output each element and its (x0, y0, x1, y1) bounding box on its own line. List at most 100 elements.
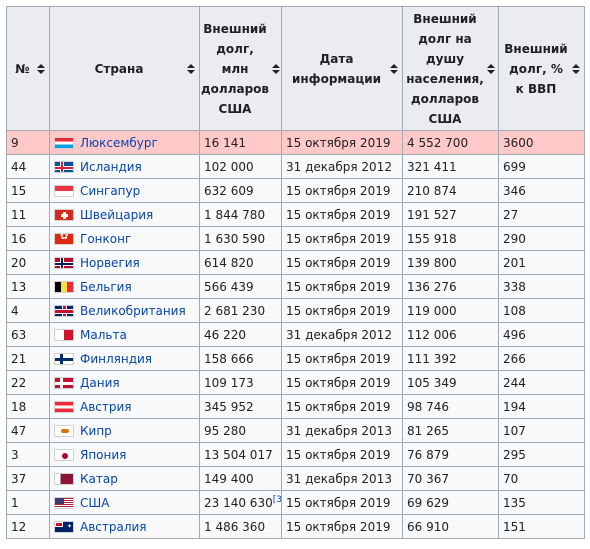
cell-per-capita: 139 800 (402, 250, 499, 275)
table-row: 20 Норвегия 614 820 15 октября 2019 139 800 2… (6, 250, 585, 275)
country-link[interactable]: Великобритания (80, 304, 186, 318)
country-link[interactable]: Австрия (80, 400, 132, 414)
cell-country: Дания (49, 370, 200, 395)
cell-num: 63 (6, 322, 50, 347)
table-row: 63 Мальта 46 220 31 декабря 2012 112 006 496 (6, 322, 585, 347)
malta-flag-icon (54, 328, 74, 341)
header-gdp[interactable]: Внешний долг, % к ВВП (498, 6, 585, 131)
table-row: 3 Япония 13 504 017 15 октября 2019 76 879 29… (6, 442, 585, 467)
header-date[interactable]: Дата информации (281, 6, 403, 131)
table-row: 22 Дания 109 173 15 октября 2019 105 349 244 (6, 370, 585, 395)
country-link[interactable]: Гонконг (80, 232, 131, 246)
country-link[interactable]: Катар (80, 472, 118, 486)
cell-gdp: 201 (498, 250, 585, 275)
cell-debt: 2 681 230 (199, 298, 282, 323)
cell-num: 13 (6, 274, 50, 299)
cell-debt: 1 486 360 (199, 514, 282, 539)
cell-per-capita: 155 918 (402, 226, 499, 251)
country-link[interactable]: Исландия (80, 160, 142, 174)
country-link[interactable]: Кипр (80, 424, 112, 438)
table-row: 16 Гонконг 1 630 59015 октября 2019155 918… (6, 226, 585, 251)
cell-country: Мальта (49, 322, 200, 347)
cell-gdp: 151 (498, 514, 585, 539)
cell-num: 9 (6, 130, 50, 155)
denmark-flag-icon (54, 376, 74, 389)
cell-date: 15 октября 2019 (281, 274, 403, 299)
cell-country: Люксембург (49, 130, 200, 155)
japan-flag-icon (54, 448, 74, 461)
cell-num: 37 (6, 466, 50, 491)
country-link[interactable]: Люксембург (80, 136, 158, 150)
cell-gdp: 244 (498, 370, 585, 395)
cell-num: 21 (6, 346, 50, 371)
header-debt[interactable]: Внешний долг, млн долларов США (199, 6, 282, 131)
sort-icon[interactable] (272, 63, 281, 74)
cell-debt: 46 220 (199, 322, 282, 347)
cell-per-capita: 119 000 (402, 298, 499, 323)
country-link[interactable]: Норвегия (80, 256, 140, 270)
cell-debt: 102 000 (199, 154, 282, 179)
sort-icon[interactable] (390, 63, 398, 74)
cell-country: Швейцария (49, 202, 200, 227)
cell-gdp: 295 (498, 442, 585, 467)
sort-icon[interactable] (37, 63, 45, 74)
header-num[interactable]: № (6, 6, 50, 131)
sort-icon[interactable] (572, 63, 580, 74)
hongkong-flag-icon (54, 232, 74, 245)
switzerland-flag-icon (54, 208, 74, 221)
country-link[interactable]: Австралия (80, 520, 147, 534)
cell-country: Сингапур (49, 178, 200, 203)
table-row: 12 Австралия 1 486 36015 октября 201966 91… (6, 514, 585, 539)
sort-icon[interactable] (486, 63, 495, 74)
cell-num: 20 (6, 250, 50, 275)
cell-num: 22 (6, 370, 50, 395)
cell-per-capita: 111 392 (402, 346, 499, 371)
country-link[interactable]: Сингапур (80, 184, 140, 198)
cell-per-capita: 112 006 (402, 322, 499, 347)
country-link[interactable]: Япония (80, 448, 126, 462)
cell-num: 4 (6, 298, 50, 323)
country-link[interactable]: Мальта (80, 328, 127, 342)
cell-debt: 158 666 (199, 346, 282, 371)
cell-debt: 16 141 (199, 130, 282, 155)
usa-flag-icon (54, 496, 74, 509)
cell-date: 15 октября 2019 (281, 394, 403, 419)
reference-link[interactable]: [3] (273, 495, 281, 505)
cell-date: 15 октября 2019 (281, 442, 403, 467)
cell-per-capita: 69 629 (402, 490, 499, 515)
australia-flag-icon (54, 520, 74, 533)
country-link[interactable]: Дания (80, 376, 120, 390)
cell-debt: 109 173 (199, 370, 282, 395)
sort-icon[interactable] (187, 63, 195, 74)
table-row: 9 Люксембург 16 141 15 октября 2019 4 552 70… (6, 130, 585, 155)
country-link[interactable]: Швейцария (80, 208, 153, 222)
cell-country: США (49, 490, 200, 515)
cell-per-capita: 4 552 700 (402, 130, 499, 155)
finland-flag-icon (54, 352, 74, 365)
cell-num: 16 (6, 226, 50, 251)
cell-date: 31 декабря 2012 (281, 322, 403, 347)
cell-gdp: 338 (498, 274, 585, 299)
external-debt-table: № Страна Внешний долг, млн долларов США … (6, 6, 585, 539)
cell-date: 31 декабря 2013 (281, 466, 403, 491)
cell-gdp: 135 (498, 490, 585, 515)
header-per-capita[interactable]: Внешний долг на душу населения, долларов… (402, 6, 499, 131)
belgium-flag-icon (54, 280, 74, 293)
table-row: 1 США 23 140 630[3]15 октября 201969 62913… (6, 490, 585, 515)
cell-debt: 1 630 590 (199, 226, 282, 251)
cell-num: 47 (6, 418, 50, 443)
cell-country: Кипр (49, 418, 200, 443)
cell-debt: 1 844 780 (199, 202, 282, 227)
norway-flag-icon (54, 256, 74, 269)
cell-gdp: 290 (498, 226, 585, 251)
cell-country: Гонконг (49, 226, 200, 251)
country-link[interactable]: Бельгия (80, 280, 132, 294)
uk-flag-icon (54, 304, 74, 317)
cell-date: 15 октября 2019 (281, 250, 403, 275)
country-link[interactable]: США (80, 496, 109, 510)
cell-per-capita: 70 367 (402, 466, 499, 491)
cell-num: 12 (6, 514, 50, 539)
header-country[interactable]: Страна (49, 6, 200, 131)
cell-debt: 95 280 (199, 418, 282, 443)
country-link[interactable]: Финляндия (80, 352, 152, 366)
